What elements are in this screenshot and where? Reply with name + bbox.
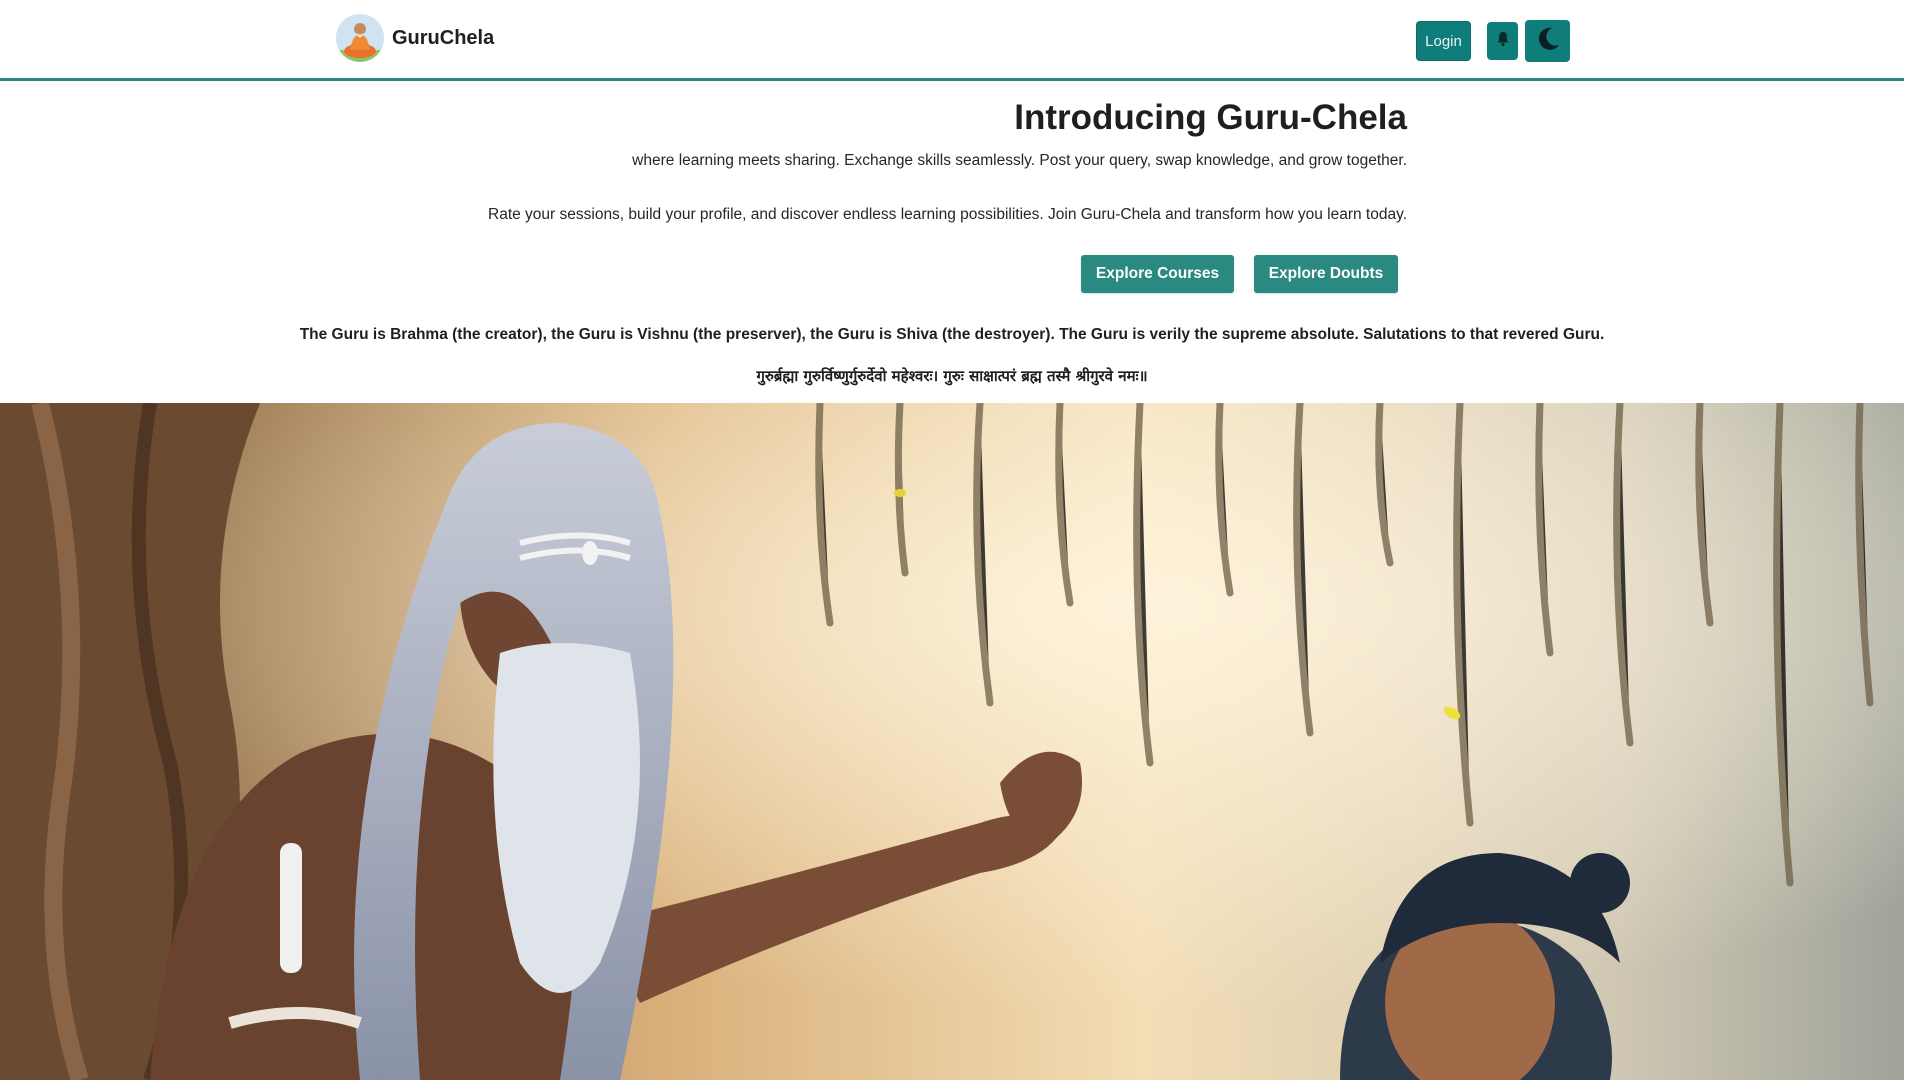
hero-title: Introducing Guru-Chela: [1014, 98, 1407, 137]
notifications-button[interactable]: [1487, 22, 1518, 60]
brand-name: GuruChela: [392, 26, 495, 49]
theme-toggle-button[interactable]: [1525, 20, 1570, 62]
bell-icon: [1496, 31, 1510, 52]
brand-logo: [336, 14, 384, 62]
guru-quote-sanskrit: गुरुर्ब्रह्मा गुरुर्विष्णुर्गुरुर्देवो म…: [756, 367, 1148, 385]
hero-subtitle-1: where learning meets sharing. Exchange s…: [632, 152, 1407, 169]
explore-courses-button[interactable]: Explore Courses: [1081, 255, 1234, 293]
brand-link[interactable]: GuruChela: [336, 14, 494, 62]
hero-subtitle-2: Rate your sessions, build your profile, …: [488, 206, 1407, 223]
navbar: GuruChela Login: [0, 0, 1904, 81]
cta-row: Explore Courses Explore Doubts: [1081, 255, 1398, 293]
guru-quote-english: The Guru is Brahma (the creator), the Gu…: [299, 326, 1605, 343]
moon-icon: [1534, 25, 1562, 58]
page: GuruChela Login Introducing Guru-Chela w…: [0, 0, 1904, 1080]
nav-actions: Login: [1416, 20, 1570, 62]
explore-doubts-button[interactable]: Explore Doubts: [1254, 255, 1398, 293]
hero-illustration: [0, 403, 1904, 1080]
login-button[interactable]: Login: [1416, 21, 1471, 61]
